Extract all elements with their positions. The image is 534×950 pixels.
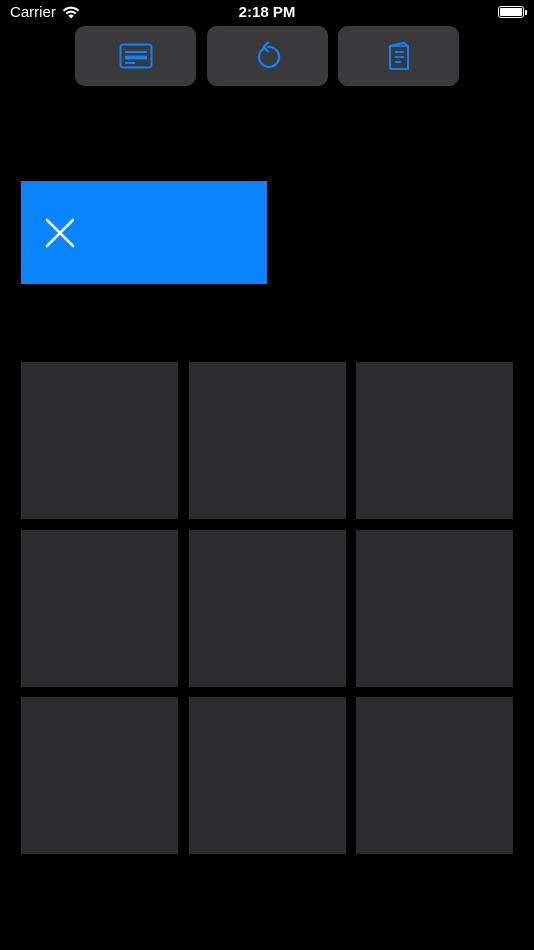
board-cell-9[interactable]: [356, 697, 513, 854]
current-turn-indicator: [21, 181, 267, 284]
game-board: [21, 362, 513, 855]
x-mark-icon: [45, 218, 75, 247]
board-cell-3[interactable]: [356, 362, 513, 519]
status-bar: Carrier 2:18 PM: [0, 0, 534, 28]
battery-fill: [500, 8, 522, 16]
board-cell-8[interactable]: [188, 697, 346, 854]
rules-button[interactable]: [338, 26, 459, 86]
scoreboard-button[interactable]: [75, 26, 196, 86]
board-cell-5[interactable]: [188, 529, 346, 687]
board-cell-7[interactable]: [21, 697, 178, 854]
battery-icon: [498, 6, 524, 18]
scoreboard-icon: [119, 43, 152, 69]
restart-button[interactable]: [207, 26, 328, 86]
restart-icon: [257, 41, 280, 68]
board-cell-6[interactable]: [356, 529, 513, 687]
battery-tip: [525, 10, 527, 15]
board-cell-4[interactable]: [21, 529, 178, 687]
rules-book-icon: [388, 42, 409, 70]
status-time: 2:18 PM: [238, 4, 296, 21]
board-cell-2[interactable]: [188, 362, 346, 519]
board-cell-1[interactable]: [21, 362, 178, 519]
